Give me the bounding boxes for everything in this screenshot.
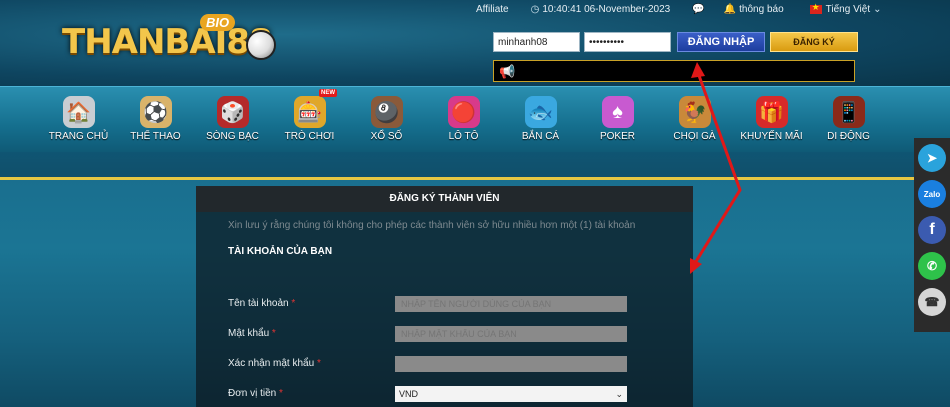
registration-panel: ĐĂNG KÝ THÀNH VIÊN Xin lưu ý rằng chúng … (196, 186, 693, 407)
bell-icon: 🔔 (723, 3, 737, 15)
facebook-icon[interactable]: f (918, 216, 946, 244)
affiliate-link[interactable]: Affiliate (476, 4, 509, 15)
datetime-text: 10:40:41 06-November-2023 (542, 3, 671, 15)
site-logo[interactable]: THANBAI88 BIO (58, 14, 276, 70)
logo-badge: BIO (200, 14, 236, 31)
announcement-marquee: 📢 (493, 60, 855, 82)
rooster-icon: 🐓 (678, 96, 711, 128)
nav-label: SÒNG BẠC (206, 131, 259, 142)
sports-ball-icon: ⚽ (139, 96, 172, 128)
username-input[interactable] (493, 32, 580, 52)
confirm-password-input[interactable] (395, 356, 627, 372)
field-label: Xác nhận mật khẩu * (228, 358, 321, 369)
poker-cards-icon: ♠ (601, 96, 634, 128)
whatsapp-icon[interactable]: ✆ (918, 252, 946, 280)
nav-item-promotions[interactable]: 🎁 KHUYẾN MÃI (733, 87, 810, 151)
affiliate-label: Affiliate (476, 3, 509, 15)
nav-item-poker[interactable]: ♠ POKER (579, 87, 656, 151)
register-button[interactable]: ĐĂNG KÝ (770, 32, 858, 52)
nav-item-mobile[interactable]: 📱 DI ĐỘNG (810, 87, 887, 151)
register-username-input[interactable] (395, 296, 627, 312)
language-selector[interactable]: Tiếng Việt ⌄ (809, 2, 885, 15)
confirm-password-row: Xác nhận mật khẩu * (228, 356, 628, 372)
username-row: Tên tài khoản * (228, 296, 628, 312)
password-input[interactable] (584, 32, 671, 52)
nav-label: CHỌI GÀ (673, 131, 716, 142)
notification-label: thông báo (739, 3, 784, 15)
main-nav: 🏠 TRANG CHỦ ⚽ THỂ THAO 🎲 SÒNG BẠC 🎰 NEW … (0, 86, 950, 152)
nav-underbar (0, 152, 950, 178)
chevron-down-icon: ⌄ (873, 3, 882, 15)
field-label: Mật khẩu * (228, 328, 276, 339)
top-bar: Affiliate ◷ 10:40:41 06-November-2023 💬 … (476, 2, 897, 16)
new-badge: NEW (319, 89, 337, 97)
zalo-icon[interactable]: Zalo (918, 180, 946, 208)
login-form: ĐĂNG NHẬP ĐĂNG KÝ (493, 32, 858, 52)
nav-label: DI ĐỘNG (827, 131, 870, 142)
header: THANBAI88 BIO Affiliate ◷ 10:40:41 06-No… (0, 0, 950, 86)
slot-machine-icon: 🎰 (293, 96, 326, 128)
gift-icon: 🎁 (755, 96, 788, 128)
logo-text: THANBAI88 (62, 22, 273, 62)
lotto-balls-icon: 🔴 (447, 96, 480, 128)
vietnam-flag-icon (809, 2, 822, 14)
casino-chips-icon: 🎲 (216, 96, 249, 128)
section-heading: TÀI KHOẢN CỦA BẠN (228, 246, 333, 257)
language-label: Tiếng Việt (825, 3, 871, 15)
currency-row: Đơn vị tiền * VND ⌄ (228, 386, 628, 402)
currency-value: VND (399, 389, 419, 399)
house-icon: 🏠 (62, 96, 95, 128)
nav-item-fishing[interactable]: 🐟 BẮN CÁ (502, 87, 579, 151)
nav-item-home[interactable]: 🏠 TRANG CHỦ (40, 87, 117, 151)
lottery-icon: 🎱 (370, 96, 403, 128)
nav-item-lottery[interactable]: 🎱 XỔ SỐ (348, 87, 425, 151)
megaphone-icon: 📢 (499, 64, 516, 79)
mobile-icon: 📱 (832, 96, 865, 128)
panel-title: ĐĂNG KÝ THÀNH VIÊN (196, 186, 693, 212)
nav-label: BẮN CÁ (521, 131, 560, 142)
nav-item-games[interactable]: 🎰 NEW TRÒ CHƠI (271, 87, 348, 151)
nav-item-cockfight[interactable]: 🐓 CHỌI GÀ (656, 87, 733, 151)
fish-icon: 🐟 (524, 96, 557, 128)
nav-item-sports[interactable]: ⚽ THỂ THAO (117, 87, 194, 151)
social-sidebar: ➤ Zalo f ✆ ☎ (914, 138, 950, 332)
notification-link[interactable]: 💬 🔔 thông báo (692, 4, 783, 15)
field-label: Tên tài khoản * (228, 298, 296, 309)
chevron-down-icon: ⌄ (615, 389, 623, 399)
register-password-input[interactable] (395, 326, 627, 342)
telegram-icon[interactable]: ➤ (918, 144, 946, 172)
chat-bubble-icon: 💬 (692, 3, 705, 15)
nav-label: LÔ TÔ (448, 131, 479, 142)
nav-item-lotto[interactable]: 🔴 LÔ TÔ (425, 87, 502, 151)
nav-item-casino[interactable]: 🎲 SÒNG BẠC (194, 87, 271, 151)
nav-label: TRÒ CHƠI (284, 131, 335, 142)
nav-label: XỔ SỐ (370, 131, 403, 142)
nav-label: TRANG CHỦ (48, 131, 109, 142)
login-button[interactable]: ĐĂNG NHẬP (677, 32, 765, 52)
soccer-ball-icon (246, 30, 276, 60)
field-label: Đơn vị tiền * (228, 388, 283, 399)
clock: ◷ 10:40:41 06-November-2023 (531, 4, 671, 15)
currency-select[interactable]: VND ⌄ (395, 386, 627, 402)
single-account-notice: Xin lưu ý rằng chúng tôi không cho phép … (228, 220, 636, 231)
phone-icon[interactable]: ☎ (918, 288, 946, 316)
nav-label: KHUYẾN MÃI (740, 131, 803, 142)
password-row: Mật khẩu * (228, 326, 628, 342)
nav-label: THỂ THAO (130, 131, 181, 142)
nav-label: POKER (599, 131, 635, 142)
clock-icon: ◷ (530, 3, 540, 15)
